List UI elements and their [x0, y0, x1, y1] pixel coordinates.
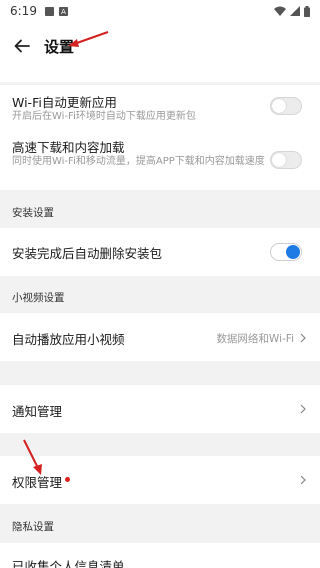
page-title: 设置	[44, 37, 75, 56]
autoplay-video-label: 自动播放应用小视频	[12, 332, 125, 347]
auto-delete-row[interactable]: 安装完成后自动删除安装包	[0, 228, 320, 276]
back-button[interactable]	[2, 22, 42, 70]
collected-info-label: 已收集个人信息清单	[12, 559, 125, 568]
chevron-right-icon	[300, 475, 306, 485]
status-time: 6:19	[10, 4, 37, 18]
toggle-knob	[286, 245, 300, 259]
battery-icon	[304, 5, 310, 17]
autoplay-video-value: 数据网络和Wi-Fi	[216, 333, 294, 345]
auto-delete-label: 安装完成后自动删除安装包	[12, 246, 163, 261]
red-dot-badge	[65, 477, 70, 482]
signal-icon	[290, 6, 300, 16]
status-bar: 6:19 A	[0, 0, 320, 22]
permission-manage-row[interactable]: 权限管理	[0, 456, 320, 504]
toggle-knob	[272, 153, 286, 167]
fast-download-toggle[interactable]	[270, 151, 302, 169]
wifi-auto-update-toggle[interactable]	[270, 97, 302, 115]
arrow-back-icon	[14, 39, 30, 53]
previous-row	[0, 70, 320, 82]
notification-manage-label: 通知管理	[12, 404, 63, 419]
autoplay-video-row[interactable]: 自动播放应用小视频 数据网络和Wi-Fi	[0, 313, 320, 361]
wifi-auto-update-row[interactable]: Wi-Fi自动更新应用 开启后在Wi-Fi环境时自动下载应用更新包	[0, 85, 320, 130]
wifi-auto-update-desc: 开启后在Wi-Fi环境时自动下载应用更新包	[12, 111, 196, 122]
fast-download-desc: 同时使用Wi-Fi和移动流量，提高APP下载和内容加载速度	[12, 156, 265, 167]
svg-text:A: A	[61, 7, 66, 16]
notification-icon	[44, 6, 54, 16]
fast-download-row[interactable]: 高速下载和内容加载 同时使用Wi-Fi和移动流量，提高APP下载和内容加载速度	[0, 130, 320, 190]
permission-manage-label: 权限管理	[12, 475, 63, 490]
chevron-right-icon	[300, 333, 306, 343]
privacy-settings-header: 隐私设置	[12, 521, 54, 533]
collected-info-row[interactable]: 已收集个人信息清单	[0, 543, 320, 568]
chevron-right-icon	[300, 404, 306, 414]
video-settings-header: 小视频设置	[12, 292, 65, 304]
app-a-icon: A	[58, 6, 68, 16]
auto-delete-toggle[interactable]	[270, 243, 302, 261]
toggle-knob	[272, 99, 286, 113]
install-settings-header: 安装设置	[12, 207, 54, 219]
notification-manage-row[interactable]: 通知管理	[0, 385, 320, 433]
app-bar: 设置	[0, 22, 320, 70]
wifi-icon	[274, 6, 286, 16]
